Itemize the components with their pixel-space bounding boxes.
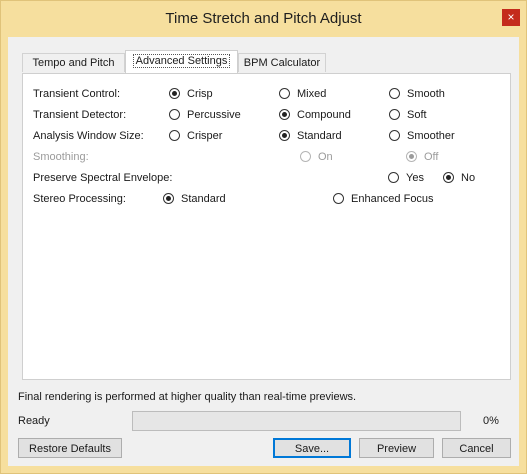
close-icon[interactable]: × xyxy=(502,9,520,26)
stereo-processing-row: Stereo Processing: Standard Enhanced Foc… xyxy=(23,192,510,208)
stereo-processing-label: Stereo Processing: xyxy=(33,193,126,205)
tab-tempo-and-pitch[interactable]: Tempo and Pitch xyxy=(22,53,125,72)
radio-label: Percussive xyxy=(187,109,241,121)
smoothing-label: Smoothing: xyxy=(33,151,89,163)
radio-label: Off xyxy=(424,151,439,163)
save-button[interactable]: Save... xyxy=(273,438,351,458)
progress-percent: 0% xyxy=(483,415,499,427)
preview-button[interactable]: Preview xyxy=(359,438,434,458)
tab-label: Advanced Settings xyxy=(132,54,231,68)
dialog-client-area: Tempo and Pitch Advanced Settings BPM Ca… xyxy=(8,37,519,466)
radio-unselected-icon[interactable] xyxy=(388,172,399,183)
radio-label: On xyxy=(318,151,333,163)
tab-bpm-calculator[interactable]: BPM Calculator xyxy=(238,53,326,72)
radio-unselected-icon[interactable] xyxy=(169,109,180,120)
radio-unselected-icon[interactable] xyxy=(389,88,400,99)
progress-bar xyxy=(132,411,461,431)
radio-label: Crisp xyxy=(187,88,213,100)
radio-selected-icon[interactable] xyxy=(279,109,290,120)
radio-label: No xyxy=(461,172,476,184)
tab-label: BPM Calculator xyxy=(243,57,321,69)
status-text: Ready xyxy=(18,415,50,427)
title-bar[interactable]: Time Stretch and Pitch Adjust × xyxy=(1,1,526,37)
render-quality-note: Final rendering is performed at higher q… xyxy=(18,391,357,403)
radio-unselected-icon[interactable] xyxy=(169,130,180,141)
transient-detector-label: Transient Detector: xyxy=(33,109,127,121)
analysis-window-row: Analysis Window Size: Crisper Standard S… xyxy=(23,129,510,145)
preserve-envelope-label: Preserve Spectral Envelope: xyxy=(33,172,173,184)
window-title: Time Stretch and Pitch Adjust xyxy=(165,10,362,27)
radio-unselected-icon[interactable] xyxy=(389,109,400,120)
radio-label: Standard xyxy=(297,130,342,142)
transient-control-row: Transient Control: Crisp Mixed Smooth xyxy=(23,87,510,103)
radio-label: Compound xyxy=(297,109,351,121)
tab-label: Tempo and Pitch xyxy=(32,57,115,69)
radio-label: Smooth xyxy=(407,88,445,100)
tab-advanced-settings[interactable]: Advanced Settings xyxy=(125,50,238,73)
radio-label: Mixed xyxy=(297,88,327,100)
radio-unselected-icon[interactable] xyxy=(333,193,344,204)
radio-unselected-icon[interactable] xyxy=(389,130,400,141)
radio-selected-icon[interactable] xyxy=(169,88,180,99)
cancel-button[interactable]: Cancel xyxy=(442,438,511,458)
transient-detector-row: Transient Detector: Percussive Compound … xyxy=(23,108,510,124)
smoothing-row: Smoothing: On Off xyxy=(23,150,510,166)
radio-label: Enhanced Focus xyxy=(351,193,434,205)
radio-unselected-icon[interactable] xyxy=(279,88,290,99)
radio-label: Crisper xyxy=(187,130,223,142)
restore-defaults-button[interactable]: Restore Defaults xyxy=(18,438,122,458)
preserve-envelope-row: Preserve Spectral Envelope: Yes No xyxy=(23,171,510,187)
radio-selected-icon[interactable] xyxy=(163,193,174,204)
advanced-settings-panel: Transient Control: Crisp Mixed Smooth Tr… xyxy=(22,73,511,380)
transient-control-label: Transient Control: xyxy=(33,88,121,100)
radio-unselected-icon xyxy=(300,151,311,162)
radio-selected-icon[interactable] xyxy=(443,172,454,183)
radio-selected-icon[interactable] xyxy=(279,130,290,141)
radio-label: Yes xyxy=(406,172,424,184)
radio-label: Soft xyxy=(407,109,427,121)
analysis-window-label: Analysis Window Size: xyxy=(33,130,144,142)
dialog-window: Time Stretch and Pitch Adjust × Tempo an… xyxy=(0,0,527,474)
radio-label: Standard xyxy=(181,193,226,205)
radio-selected-icon xyxy=(406,151,417,162)
radio-label: Smoother xyxy=(407,130,455,142)
